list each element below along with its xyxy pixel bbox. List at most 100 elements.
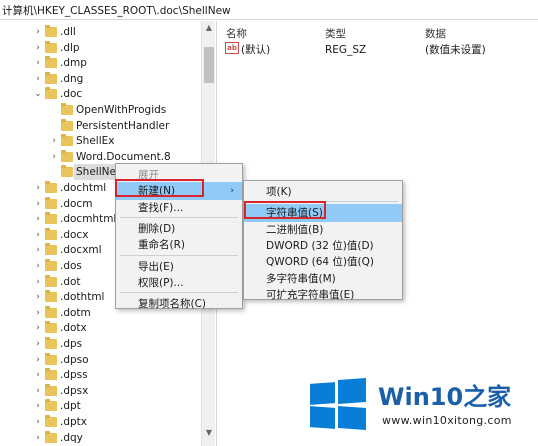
context-menu-item-label: 查找(F)... <box>138 201 184 214</box>
scroll-thumb[interactable] <box>204 47 214 83</box>
tree-item-label: .dpsx <box>60 384 89 397</box>
submenu-item-7[interactable]: 可扩充字符串值(E) <box>244 286 402 304</box>
folder-icon <box>61 103 73 115</box>
context-menu[interactable]: 展开 新建(N) › 查找(F)... 删除(D) 重命名(R) 导出(E) 权限(P)...… <box>115 163 243 310</box>
expand-arrow-icon[interactable]: › <box>33 383 43 399</box>
tree-item-label: .docxml <box>60 244 102 257</box>
value-type: REG_SZ <box>325 44 367 56</box>
expand-arrow-icon[interactable]: › <box>33 71 43 87</box>
tree-item-label: .dochtml <box>60 182 107 194</box>
context-menu-item-label: 删除(D) <box>138 222 176 235</box>
windows-logo-icon <box>310 377 366 430</box>
expand-arrow-icon[interactable]: › <box>33 40 43 56</box>
tree-item-label: .dpso <box>60 353 89 366</box>
submenu-item-label: DWORD (32 位)值(D) <box>266 239 374 252</box>
folder-icon <box>45 352 57 365</box>
expand-arrow-icon[interactable]: › <box>33 352 43 368</box>
folder-icon <box>61 134 73 147</box>
folder-icon <box>45 56 57 69</box>
expand-arrow-icon[interactable]: › <box>33 414 43 430</box>
context-menu-item-1[interactable]: 新建(N) › <box>116 182 242 201</box>
submenu-item-label: 多字符串值(M) <box>266 272 336 285</box>
tree-item-label: .docx <box>60 228 89 241</box>
folder-icon <box>61 165 73 178</box>
folder-icon <box>45 274 57 287</box>
tree-item-label: OpenWithProgids <box>76 104 167 116</box>
folder-icon <box>45 243 57 256</box>
folder-icon <box>61 149 73 162</box>
expand-arrow-icon[interactable]: › <box>33 367 43 383</box>
context-menu-item-7[interactable]: 导出(E) <box>116 258 242 276</box>
expand-arrow-icon[interactable]: › <box>33 320 43 336</box>
watermark-site: www.win10xitong.com <box>382 414 512 427</box>
submenu-item-6[interactable]: 多字符串值(M) <box>244 270 402 288</box>
value-name[interactable]: (默认) <box>241 43 270 57</box>
expand-arrow-icon[interactable]: › <box>49 149 59 165</box>
tree-item-label: .dll <box>60 26 76 38</box>
value-data: (数值未设置) <box>425 44 486 56</box>
context-menu-item-5[interactable]: 重命名(R) <box>116 236 242 254</box>
scroll-up-icon[interactable]: ▲ <box>202 21 216 35</box>
collapse-arrow-icon[interactable]: ⌄ <box>33 86 43 102</box>
expand-arrow-icon[interactable]: › <box>33 274 43 290</box>
context-menu-item-label: 重命名(R) <box>138 239 185 252</box>
expand-arrow-icon[interactable]: › <box>33 242 43 258</box>
column-header-data[interactable]: 数据 <box>425 26 446 41</box>
context-menu-item-8[interactable]: 权限(P)... <box>116 274 242 292</box>
expand-arrow-icon[interactable]: › <box>33 430 43 446</box>
tree-item-label: .dng <box>60 72 84 85</box>
tree-item-label: .dotx <box>60 322 87 335</box>
expand-arrow-icon[interactable]: › <box>33 258 43 274</box>
expand-arrow-icon[interactable]: › <box>33 227 43 243</box>
menu-separator <box>248 201 398 203</box>
menu-separator <box>120 254 238 256</box>
tree-item-label: .dothtml <box>60 291 105 304</box>
scroll-down-icon[interactable]: ▼ <box>202 426 216 440</box>
column-header-type[interactable]: 类型 <box>325 26 346 41</box>
context-menu-item-0: 展开 <box>116 166 242 184</box>
expand-arrow-icon[interactable]: › <box>49 133 59 149</box>
expand-arrow-icon[interactable]: › <box>33 289 43 305</box>
folder-icon <box>45 321 57 334</box>
expand-arrow-icon[interactable]: › <box>33 24 43 40</box>
tree-item-label: .dos <box>60 260 82 272</box>
expand-arrow-icon[interactable]: › <box>33 336 43 352</box>
brand-accent: 之家 <box>463 383 512 411</box>
submenu-item-label: 项(K) <box>266 186 292 198</box>
expand-arrow-icon[interactable]: › <box>33 305 43 321</box>
folder-icon <box>45 430 57 443</box>
submenu-item-label: 二进制值(B) <box>266 223 324 236</box>
expand-arrow-icon[interactable]: › <box>33 196 43 212</box>
folder-icon <box>45 40 57 53</box>
tree-item-label: .dptx <box>60 416 87 428</box>
tree-item-label: .dpss <box>60 369 88 382</box>
string-value-icon: ab <box>225 42 239 54</box>
tree-item-label: .dps <box>60 338 83 350</box>
menu-separator <box>120 292 238 294</box>
address-bar[interactable]: 计算机\HKEY_CLASSES_ROOT\.doc\ShellNew <box>0 0 538 20</box>
context-menu-item-10[interactable]: 复制项名称(C) <box>116 295 242 313</box>
submenu-item-0[interactable]: 项(K) <box>244 183 402 201</box>
context-menu-item-2[interactable]: 查找(F)... <box>116 199 242 217</box>
expand-arrow-icon[interactable]: › <box>33 180 43 196</box>
tree-item-label: .dpt <box>60 400 81 413</box>
expand-arrow-icon[interactable]: › <box>33 398 43 414</box>
tree-item-label: .dmp <box>60 57 87 70</box>
submenu-item-2[interactable]: 字符串值(S) <box>244 204 402 223</box>
context-menu-item-4[interactable]: 删除(D) <box>116 220 242 238</box>
tree-item-label: .doc <box>60 88 83 101</box>
context-menu-item-label: 复制项名称(C) <box>138 298 207 311</box>
submenu-item-4[interactable]: DWORD (32 位)值(D) <box>244 237 402 255</box>
tree-item-label: .dotm <box>60 306 91 319</box>
column-header-name[interactable]: 名称 <box>226 26 247 41</box>
submenu-item-label: QWORD (64 位)值(Q) <box>266 256 374 269</box>
new-submenu[interactable]: 项(K) 字符串值(S) 二进制值(B) DWORD (32 位)值(D) QWORD … <box>243 180 403 301</box>
expand-arrow-icon[interactable]: › <box>33 55 43 71</box>
expand-arrow-icon[interactable]: › <box>33 211 43 227</box>
context-menu-item-label: 权限(P)... <box>138 276 184 289</box>
folder-icon <box>61 118 73 131</box>
submenu-item-3[interactable]: 二进制值(B) <box>244 221 402 239</box>
submenu-item-label: 可扩充字符串值(E) <box>266 288 355 301</box>
folder-icon <box>45 415 57 427</box>
submenu-item-5[interactable]: QWORD (64 位)值(Q) <box>244 253 402 271</box>
